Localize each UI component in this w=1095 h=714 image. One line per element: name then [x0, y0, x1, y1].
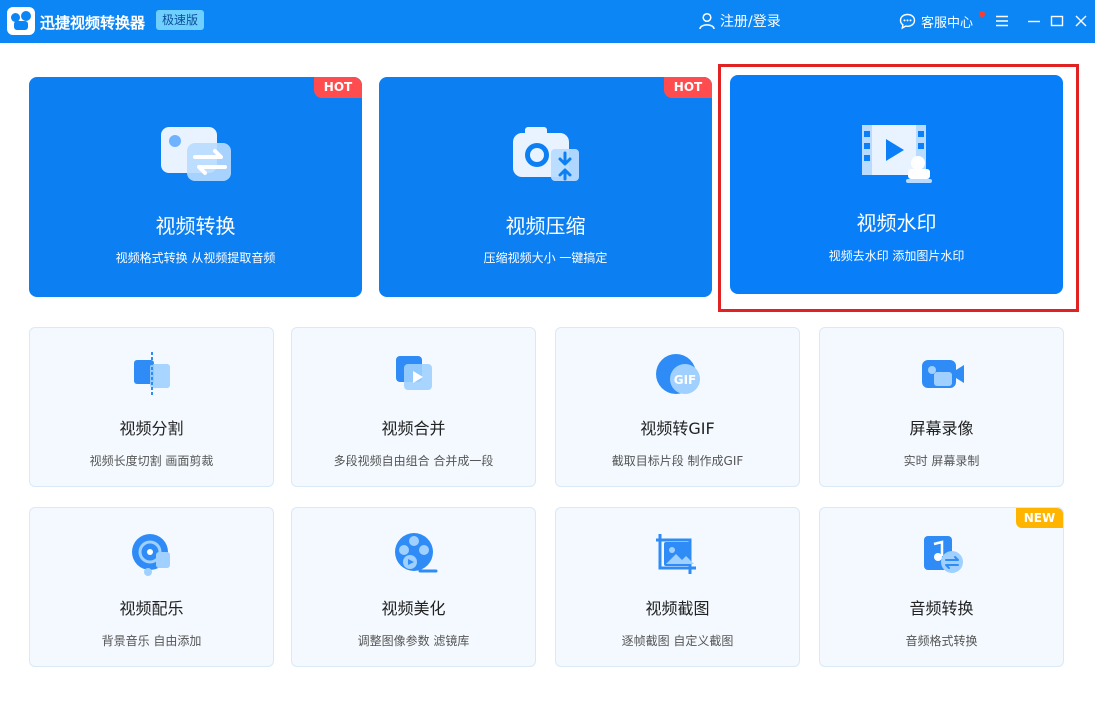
minimize-button[interactable]: [1024, 10, 1044, 32]
tool-title: 音频转换: [909, 599, 974, 618]
tool-card-audio-convert[interactable]: NEW 音频转换 音频格式转换: [819, 507, 1064, 667]
merge-icon: [396, 356, 432, 390]
feature-desc: 压缩视频大小 一键搞定: [483, 251, 608, 265]
tool-card-screen-record[interactable]: 屏幕录像 实时 屏幕录制: [819, 327, 1064, 487]
app-logo: [7, 7, 35, 35]
video-convert-icon: [161, 127, 231, 181]
feature-card-video-compress[interactable]: HOT 视频压缩 压缩视频大小 一键搞定: [379, 77, 712, 297]
tool-card-video-music[interactable]: 视频配乐 背景音乐 自由添加: [29, 507, 274, 667]
chat-icon: [899, 13, 916, 29]
login-label: 注册/登录: [720, 14, 781, 30]
notification-dot: [979, 11, 985, 17]
svg-text:GIF: GIF: [674, 373, 697, 387]
split-icon: [134, 352, 170, 396]
tool-desc: 实时 屏幕录制: [903, 454, 980, 468]
tool-desc: 截取目标片段 制作成GIF: [611, 454, 744, 468]
tool-card-video-split[interactable]: 视频分割 视频长度切割 画面剪裁: [29, 327, 274, 487]
screenshot-icon: [656, 534, 696, 574]
tool-title: 视频美化: [381, 599, 446, 618]
tool-desc: 调整图像参数 滤镜库: [357, 634, 470, 648]
customer-service-button[interactable]: 客服中心: [899, 10, 973, 32]
customer-service-label: 客服中心: [921, 15, 974, 31]
tool-title: 视频配乐: [119, 599, 184, 618]
app-title: 迅捷视频转换器: [40, 14, 146, 32]
music-icon: [132, 534, 170, 576]
menu-icon: [996, 15, 1008, 27]
tool-title: 视频合并: [381, 419, 446, 438]
audio-convert-icon: [924, 536, 963, 573]
highlight-box: [718, 64, 1079, 312]
menu-button[interactable]: [992, 10, 1012, 32]
film-reel-icon: [395, 533, 438, 573]
maximize-icon: [1050, 15, 1064, 27]
feature-title: 视频转换: [155, 214, 236, 238]
maximize-button[interactable]: [1047, 10, 1067, 32]
tool-title: 视频截图: [645, 599, 710, 618]
tool-card-video-merge[interactable]: 视频合并 多段视频自由组合 合并成一段: [291, 327, 536, 487]
edition-badge: 极速版: [156, 10, 205, 30]
feature-card-video-convert[interactable]: HOT 视频转换 视频格式转换 从视频提取音频: [29, 77, 362, 297]
gif-icon: GIF: [656, 354, 700, 394]
hot-badge: HOT: [314, 77, 362, 98]
feature-title: 视频压缩: [505, 214, 586, 238]
hot-badge: HOT: [664, 77, 712, 98]
close-icon: [1075, 15, 1087, 27]
title-bar: 迅捷视频转换器 极速版 注册/登录 客服中心: [0, 0, 1095, 43]
camera-compress-icon: [513, 127, 579, 181]
minimize-icon: [1028, 20, 1040, 23]
tool-desc: 逐帧截图 自定义截图: [621, 634, 734, 648]
new-badge: NEW: [1016, 508, 1063, 528]
tool-desc: 多段视频自由组合 合并成一段: [333, 454, 494, 468]
login-button[interactable]: 注册/登录: [698, 10, 781, 32]
tool-title: 屏幕录像: [909, 419, 974, 438]
tool-desc: 音频格式转换: [905, 634, 978, 648]
feature-desc: 视频格式转换 从视频提取音频: [115, 251, 276, 265]
tool-desc: 背景音乐 自由添加: [101, 634, 202, 648]
tool-title: 视频转GIF: [640, 419, 715, 438]
tool-card-video-gif[interactable]: GIF 视频转GIF 截取目标片段 制作成GIF: [555, 327, 800, 487]
tool-card-video-beautify[interactable]: 视频美化 调整图像参数 滤镜库: [291, 507, 536, 667]
tool-card-video-screenshot[interactable]: 视频截图 逐帧截图 自定义截图: [555, 507, 800, 667]
tool-desc: 视频长度切割 画面剪裁: [89, 454, 214, 468]
tool-title: 视频分割: [119, 419, 184, 438]
close-button[interactable]: [1071, 10, 1091, 32]
user-icon: [699, 12, 715, 30]
screen-record-icon: [922, 360, 964, 388]
